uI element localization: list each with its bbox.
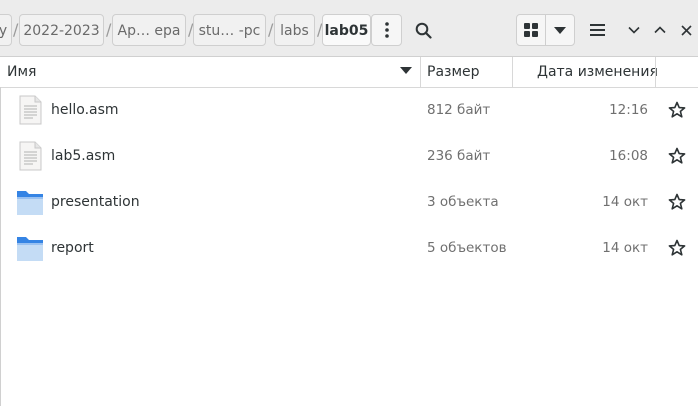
minimize-icon [628, 26, 640, 34]
file-name: report [51, 240, 94, 256]
column-header-name[interactable]: Имя [7, 57, 36, 87]
breadcrumb-item[interactable]: 2022-2023 [19, 14, 104, 46]
folder-icon [17, 191, 43, 215]
file-modified: 14 окт [602, 194, 648, 210]
breadcrumb-item[interactable]: y [0, 14, 12, 46]
breadcrumb-current[interactable]: lab05 [322, 14, 371, 46]
hamburger-icon [589, 24, 605, 36]
column-divider[interactable] [655, 57, 656, 87]
file-size: 3 объекта [427, 194, 499, 210]
text-file-icon [19, 141, 42, 171]
breadcrumb-separator: / [106, 20, 112, 39]
maximize-icon [654, 26, 666, 34]
file-modified: 14 окт [602, 240, 648, 256]
file-size: 812 байт [427, 102, 491, 118]
header-bar: y / 2022-2023 / Ар… ера / stu… -pc / lab… [0, 0, 698, 57]
file-name: presentation [51, 194, 140, 210]
column-header-size[interactable]: Размер [427, 57, 480, 87]
star-icon[interactable] [668, 147, 686, 165]
file-modified: 16:08 [609, 148, 648, 164]
close-button[interactable] [676, 14, 696, 46]
text-file-icon [19, 95, 42, 125]
file-name: lab5.asm [51, 148, 116, 164]
chevron-down-icon [554, 26, 566, 34]
main-menu-button[interactable] [582, 14, 612, 46]
path-menu-button[interactable] [371, 14, 402, 46]
breadcrumb-item[interactable]: stu… -pc [193, 14, 266, 46]
grid-view-icon [524, 23, 538, 37]
star-icon[interactable] [668, 239, 686, 257]
sort-descending-icon[interactable] [400, 67, 412, 75]
minimize-button[interactable] [623, 14, 645, 46]
breadcrumb-separator: / [268, 20, 274, 39]
search-icon [415, 22, 432, 39]
file-row[interactable]: hello.asm 812 байт 12:16 [0, 87, 698, 133]
file-row[interactable]: presentation 3 объекта 14 окт [0, 179, 698, 225]
file-row[interactable]: lab5.asm 236 байт 16:08 [0, 133, 698, 179]
file-size: 236 байт [427, 148, 491, 164]
breadcrumb-separator: / [13, 20, 19, 39]
search-button[interactable] [407, 14, 439, 46]
file-name: hello.asm [51, 102, 119, 118]
file-size: 5 объектов [427, 240, 507, 256]
view-options-button[interactable] [545, 14, 575, 46]
more-vertical-icon [384, 22, 389, 38]
view-grid-button[interactable] [516, 14, 546, 46]
file-row[interactable]: report 5 объектов 14 окт [0, 225, 698, 271]
breadcrumb-item[interactable]: Ар… ера [112, 14, 186, 46]
close-icon [680, 24, 692, 36]
column-divider[interactable] [512, 57, 513, 87]
star-icon[interactable] [668, 101, 686, 119]
star-icon[interactable] [668, 193, 686, 211]
column-header-modified[interactable]: Дата изменения [537, 57, 658, 87]
column-header-bar: Имя Размер Дата изменения [0, 57, 698, 88]
breadcrumb-item[interactable]: labs [274, 14, 315, 46]
file-modified: 12:16 [609, 102, 648, 118]
maximize-button[interactable] [649, 14, 671, 46]
folder-icon [17, 237, 43, 261]
column-divider[interactable] [420, 57, 421, 87]
